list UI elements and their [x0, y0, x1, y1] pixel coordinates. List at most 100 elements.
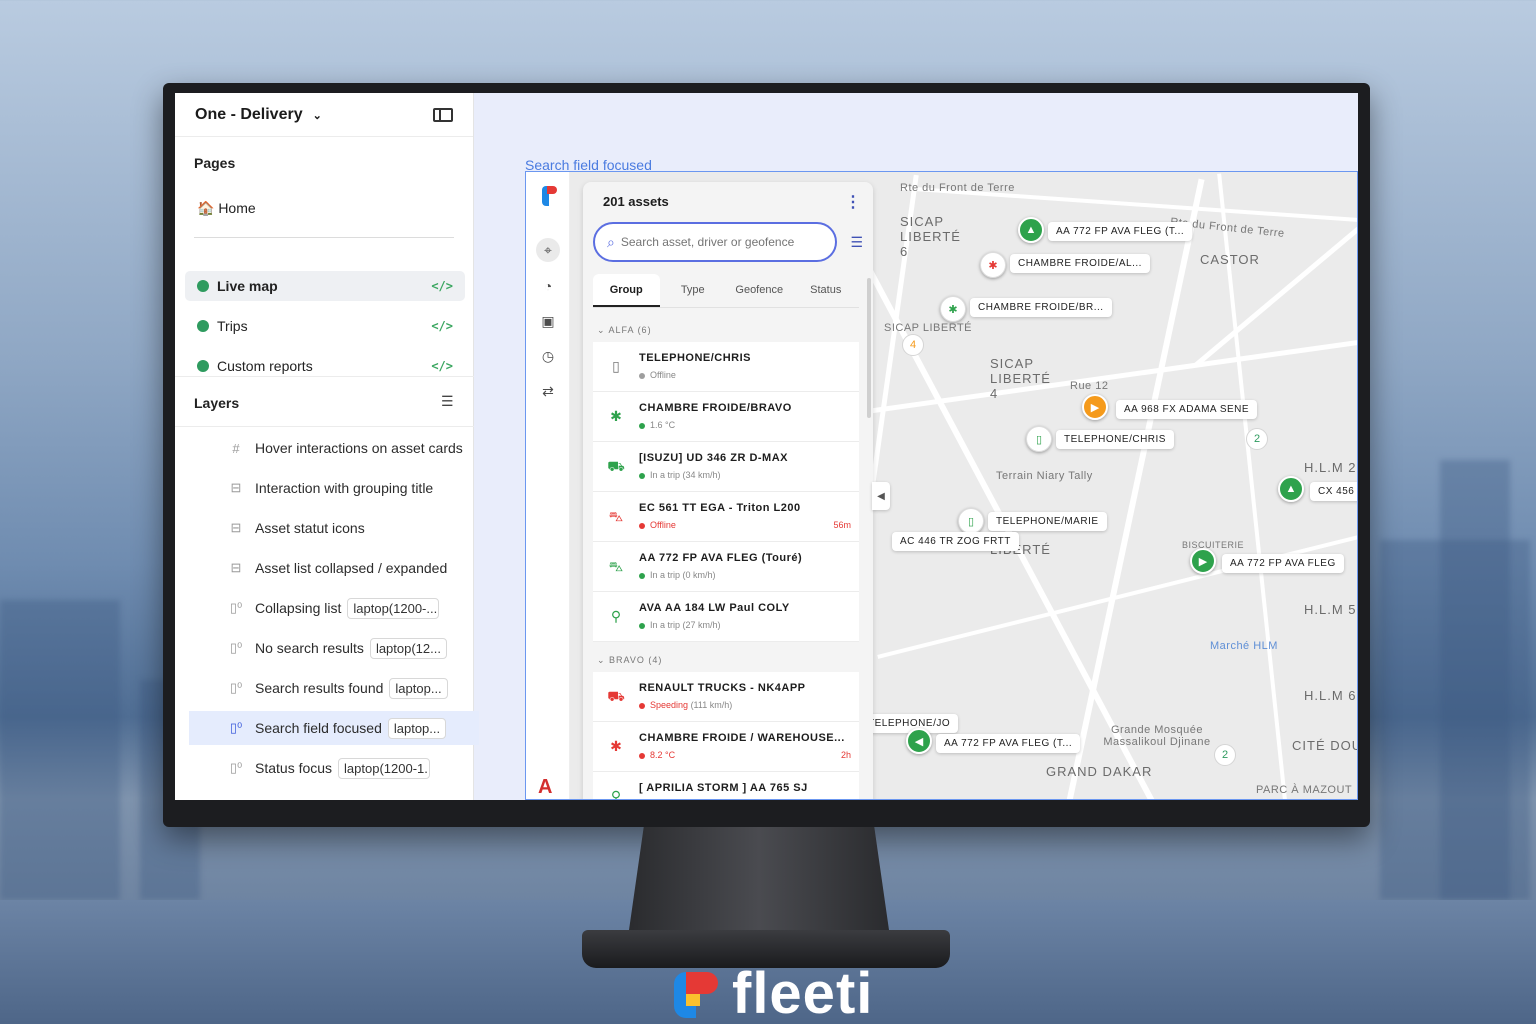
layer-item[interactable]: ▯⁰ No search results laptop(12...: [189, 631, 479, 665]
cluster-marker[interactable]: 4: [902, 334, 924, 356]
more-options-icon[interactable]: ⋮: [845, 192, 861, 212]
map-pin-icon[interactable]: ⌖: [536, 238, 560, 262]
asset-name: AA 772 FP AVA FLEG (Touré): [639, 552, 803, 564]
asset-card[interactable]: ⛍ AA 772 FP AVA FLEG (Touré) In a trip (…: [593, 542, 859, 592]
asset-count: 201 assets: [603, 194, 669, 209]
phone-marker[interactable]: ▯: [1026, 426, 1052, 452]
search-input[interactable]: [620, 235, 811, 249]
scrollbar[interactable]: [867, 278, 871, 418]
asset-name: AVA AA 184 LW Paul COLY: [639, 602, 790, 614]
asset-card[interactable]: ⛟ [ISUZU] UD 346 ZR D-MAX In a trip (34 …: [593, 442, 859, 492]
asset-card[interactable]: ⛍ EC 561 TT EGA - Triton L200 Offline 56…: [593, 492, 859, 542]
marker-label[interactable]: AC 446 TR ZOG FRTT: [892, 532, 1019, 551]
marker-label[interactable]: AA 772 FP AVA FLEG (T...: [936, 734, 1081, 753]
layer-label: Status focus: [255, 760, 333, 776]
code-icon[interactable]: </>: [431, 279, 453, 293]
phone-icon: ▯: [612, 358, 620, 374]
asset-status: Offline: [639, 370, 676, 380]
layer-item[interactable]: ▯⁰ Status focus laptop(1200-1...: [189, 751, 479, 785]
marker-label[interactable]: TELEPHONE/CHRIS: [1056, 430, 1174, 449]
layer-item[interactable]: # Hover interactions on asset cards: [189, 431, 479, 465]
section-icon: ⊟: [230, 560, 242, 575]
layer-label: Hover interactions on asset cards: [255, 440, 463, 456]
status-dot: [639, 572, 645, 579]
tab-geofence[interactable]: Geofence: [726, 274, 793, 307]
marker-label[interactable]: CX 456: [1310, 482, 1357, 501]
asset-card[interactable]: ⛟ RENAULT TRUCKS - NK4APP Speeding (111 …: [593, 672, 859, 722]
motorbike-icon: ⚲: [610, 788, 622, 800]
group-title-bravo[interactable]: ⌄ BRAVO (4): [597, 655, 662, 666]
fuel-icon[interactable]: ▣: [536, 309, 560, 333]
page-label: Live map: [217, 278, 278, 294]
project-switcher[interactable]: One - Delivery ⌄: [195, 106, 322, 124]
vehicle-marker[interactable]: ▲: [1018, 217, 1044, 243]
marker-label[interactable]: AA 772 FP AVA FLEG: [1222, 554, 1344, 573]
asset-status: In a trip (27 km/h): [639, 620, 721, 630]
vehicle-marker[interactable]: ▶: [1190, 548, 1216, 574]
code-icon[interactable]: </>: [431, 359, 453, 373]
marker-label[interactable]: AA 968 FX ADAMA SENE: [1116, 400, 1258, 419]
layers-list-icon[interactable]: ☰: [441, 393, 454, 410]
asset-card[interactable]: ✱ CHAMBRE FROIDE/BRAVO 1.6 °C: [593, 392, 859, 442]
asset-time: 2h: [840, 750, 851, 760]
asset-time: 56m: [833, 520, 851, 530]
marker-label[interactable]: TELEPHONE/MARIE: [988, 512, 1107, 531]
breakpoint-chip: laptop(12...: [369, 637, 447, 659]
group-title-label: BRAVO (4): [609, 655, 663, 665]
tab-type[interactable]: Type: [660, 274, 727, 307]
asset-name: RENAULT TRUCKS - NK4APP: [639, 682, 806, 694]
timer-icon[interactable]: ◷: [536, 344, 560, 368]
vehicle-marker[interactable]: ▲: [1278, 476, 1304, 502]
search-field[interactable]: ⌕: [593, 222, 837, 262]
page-live-map[interactable]: Live map </>: [185, 271, 465, 301]
divider: [175, 376, 474, 377]
collapse-panel-button[interactable]: ◀: [872, 482, 890, 510]
layer-label: Collapsing list: [255, 600, 342, 616]
sidebar-toggle-icon[interactable]: [433, 107, 453, 122]
map-area-label: H.L.M 6: [1304, 688, 1357, 703]
filter-icon[interactable]: ☰: [850, 234, 863, 251]
marker-label[interactable]: CHAMBRE FROIDE/AL...: [1010, 254, 1150, 273]
tab-group[interactable]: Group: [593, 274, 660, 307]
status-dot: [639, 622, 645, 629]
layer-item-selected[interactable]: ▯⁰ Search field focused laptop...: [189, 711, 479, 745]
asset-status-text: Offline: [650, 370, 676, 380]
layer-item[interactable]: ▯⁰ Search results found laptop...: [189, 671, 479, 705]
marker-label[interactable]: AA 772 FP AVA FLEG (T...: [1048, 222, 1193, 241]
code-icon[interactable]: </>: [431, 319, 453, 333]
layer-item[interactable]: ⊟ Asset list collapsed / expanded: [189, 551, 479, 585]
tab-status[interactable]: Status: [793, 274, 860, 307]
layer-item[interactable]: ⊟ Interaction with grouping title: [189, 471, 479, 505]
speedometer-icon[interactable]: ◔: [536, 274, 560, 298]
asset-card[interactable]: ⚲ [ APRILIA STORM ] AA 765 SJ: [593, 772, 859, 800]
cold-room-marker[interactable]: ✱: [940, 296, 966, 322]
breakpoint-icon: ▯⁰: [229, 680, 243, 695]
map-area-label: SICAP LIBERTÉ: [884, 322, 973, 334]
vehicle-marker[interactable]: ◀: [906, 728, 932, 754]
fleeti-logo-icon[interactable]: [542, 186, 557, 206]
layer-item[interactable]: ⊟ Asset statut icons: [189, 511, 479, 545]
status-dot: [639, 472, 645, 479]
vehicle-marker-paused[interactable]: ▶: [1082, 394, 1108, 420]
asset-name: EC 561 TT EGA - Triton L200: [639, 502, 801, 514]
asset-card[interactable]: ⚲ AVA AA 184 LW Paul COLY In a trip (27 …: [593, 592, 859, 642]
page-trips[interactable]: Trips </>: [185, 311, 465, 341]
map-area-label: H.L.M 2: [1304, 460, 1357, 475]
cluster-marker[interactable]: 2: [1214, 744, 1236, 766]
marker-label[interactable]: TELEPHONE/JO: [860, 714, 959, 733]
breakpoint-chip: laptop...: [389, 677, 448, 699]
group-title-alfa[interactable]: ⌄ ALFA (6): [597, 325, 652, 336]
cluster-marker[interactable]: 2: [1246, 428, 1268, 450]
page-home[interactable]: 🏠 Home: [185, 193, 465, 223]
layer-item[interactable]: ▯⁰ Collapsing list laptop(1200-...: [189, 591, 479, 625]
breakpoint-icon: ▯⁰: [229, 760, 243, 775]
phone-marker[interactable]: ▯: [958, 508, 984, 534]
marker-label[interactable]: CHAMBRE FROIDE/BR...: [970, 298, 1112, 317]
asset-status-text: Speeding: [650, 700, 689, 710]
asset-card[interactable]: ✱ CHAMBRE FROIDE / WAREHOUSE... 8.2 °C 2…: [593, 722, 859, 772]
asset-card[interactable]: ▯ TELEPHONE/CHRIS Offline: [593, 342, 859, 392]
layer-label: Interaction with grouping title: [255, 480, 434, 496]
cold-room-marker[interactable]: ✱: [980, 252, 1006, 278]
breakpoint-icon: ▯⁰: [229, 600, 243, 615]
transfer-icon[interactable]: ⇄: [536, 379, 560, 403]
